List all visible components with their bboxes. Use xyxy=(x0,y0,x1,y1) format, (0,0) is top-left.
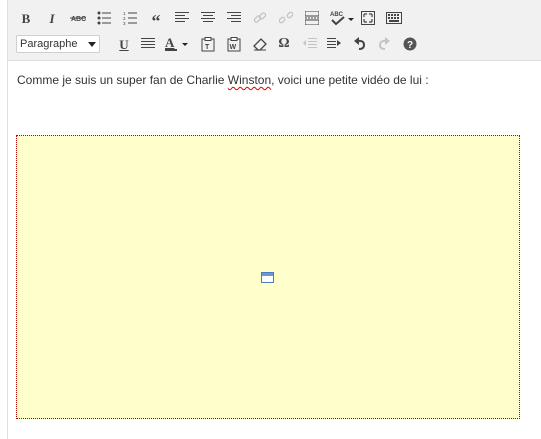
italic-icon: I xyxy=(49,10,55,26)
remove-formatting-button[interactable] xyxy=(250,33,270,55)
spellcheck-button[interactable]: ABC xyxy=(328,7,356,29)
paste-word-icon: W xyxy=(227,36,241,51)
align-right-icon xyxy=(227,12,241,22)
editor-toolbar: B I ABC 123 “ ABC Paragraphe U A T W Ω ? xyxy=(8,0,541,61)
text-color-icon: A xyxy=(165,36,188,51)
justify-button[interactable] xyxy=(138,33,158,55)
bullet-list-button[interactable] xyxy=(94,7,114,29)
help-icon: ? xyxy=(403,37,417,51)
numbered-list-icon: 123 xyxy=(123,11,137,25)
format-select-value: Paragraphe xyxy=(20,38,78,50)
content-paragraph: Comme je suis un super fan de Charlie Wi… xyxy=(17,73,429,87)
undo-icon xyxy=(354,37,366,50)
fullscreen-icon xyxy=(361,11,375,25)
paragraph-text-after: , voici une petite vidéo de lui : xyxy=(271,73,429,87)
omega-icon: Ω xyxy=(278,36,290,51)
align-center-icon xyxy=(201,12,215,22)
bold-icon: B xyxy=(21,10,31,26)
special-character-button[interactable]: Ω xyxy=(274,33,294,55)
text-color-button[interactable]: A xyxy=(162,33,192,55)
unlink-button[interactable] xyxy=(276,7,296,29)
outdent-button[interactable] xyxy=(300,33,320,55)
paragraph-format-select[interactable]: Paragraphe xyxy=(16,35,100,53)
underline-icon: U xyxy=(119,36,129,52)
outdent-icon xyxy=(303,38,317,48)
svg-text:ABC: ABC xyxy=(330,12,344,18)
numbered-list-button[interactable]: 123 xyxy=(120,7,140,29)
rich-text-editor: B I ABC 123 “ ABC Paragraphe U A T W Ω ?… xyxy=(7,0,541,439)
more-tag-icon xyxy=(305,11,319,25)
align-center-button[interactable] xyxy=(198,7,218,29)
bold-button[interactable]: B xyxy=(16,7,36,29)
link-icon xyxy=(253,12,267,23)
kitchen-sink-button[interactable] xyxy=(384,7,404,29)
blockquote-button[interactable]: “ xyxy=(146,7,166,31)
bullet-list-icon xyxy=(97,11,111,25)
justify-icon xyxy=(141,38,155,48)
chevron-down-icon xyxy=(88,42,96,47)
help-button[interactable]: ? xyxy=(400,33,420,55)
svg-text:T: T xyxy=(205,44,210,51)
italic-button[interactable]: I xyxy=(42,7,62,29)
svg-text:3: 3 xyxy=(123,21,126,25)
fullscreen-button[interactable] xyxy=(358,7,378,29)
misspelled-word[interactable]: Winston xyxy=(228,73,271,87)
paragraph-text-before: Comme je suis un super fan de Charlie xyxy=(17,73,228,87)
eraser-icon xyxy=(253,38,267,51)
svg-text:?: ? xyxy=(407,40,413,51)
paste-text-icon: T xyxy=(201,36,215,51)
insert-more-tag-button[interactable] xyxy=(302,7,322,29)
embedded-media-placeholder[interactable] xyxy=(16,135,520,419)
blockquote-icon: “ xyxy=(151,11,161,31)
strikethrough-icon: ABC xyxy=(70,16,86,23)
redo-icon xyxy=(378,37,390,50)
unlink-icon xyxy=(279,11,293,24)
svg-text:A: A xyxy=(165,36,175,50)
embed-icon xyxy=(261,272,274,283)
svg-text:W: W xyxy=(230,44,237,51)
underline-button[interactable]: U xyxy=(114,33,134,55)
indent-button[interactable] xyxy=(324,33,344,55)
undo-button[interactable] xyxy=(350,33,370,55)
strikethrough-button[interactable]: ABC xyxy=(68,7,88,29)
svg-text:ABC: ABC xyxy=(71,16,86,23)
indent-icon xyxy=(327,38,341,48)
spellcheck-icon: ABC xyxy=(330,12,354,26)
paste-text-button[interactable]: T xyxy=(198,33,218,55)
editor-content[interactable]: Comme je suis un super fan de Charlie Wi… xyxy=(8,61,541,439)
align-left-icon xyxy=(175,12,189,22)
align-left-button[interactable] xyxy=(172,7,192,29)
paste-word-button[interactable]: W xyxy=(224,33,244,55)
redo-button[interactable] xyxy=(374,33,394,55)
kitchen-sink-icon xyxy=(386,12,402,24)
align-right-button[interactable] xyxy=(224,7,244,29)
insert-link-button[interactable] xyxy=(250,7,270,29)
